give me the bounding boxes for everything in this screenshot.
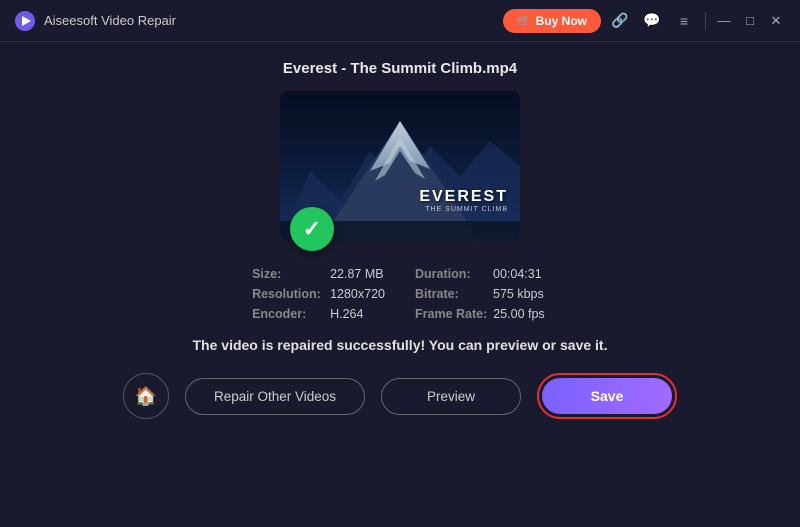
encoder-value: H.264: [330, 307, 363, 321]
info-bitrate: Bitrate: 575 kbps: [415, 287, 548, 301]
everest-overlay: EVEREST THE SUMMIT CLIMB: [419, 188, 508, 213]
framerate-value: 25.00 fps: [493, 307, 544, 321]
chat-icon[interactable]: 💬: [639, 8, 665, 34]
encoder-label: Encoder:: [252, 307, 324, 321]
buttons-row: 🏠 Repair Other Videos Preview Save: [123, 373, 677, 419]
app-logo-icon: [14, 10, 36, 32]
buy-now-button[interactable]: Buy Now: [503, 9, 601, 33]
duration-label: Duration:: [415, 267, 487, 281]
size-value: 22.87 MB: [330, 267, 384, 281]
info-size: Size: 22.87 MB: [252, 267, 385, 281]
duration-value: 00:04:31: [493, 267, 542, 281]
repair-other-videos-button[interactable]: Repair Other Videos: [185, 378, 365, 415]
success-message: The video is repaired successfully! You …: [193, 337, 608, 353]
save-button-wrapper: Save: [537, 373, 677, 419]
everest-title: EVEREST: [419, 188, 508, 206]
title-bar-left: Aiseesoft Video Repair: [14, 10, 176, 32]
close-button[interactable]: ✕: [766, 11, 786, 31]
bitrate-label: Bitrate:: [415, 287, 487, 301]
app-title: Aiseesoft Video Repair: [44, 13, 176, 28]
preview-button[interactable]: Preview: [381, 378, 521, 415]
bitrate-value: 575 kbps: [493, 287, 544, 301]
minimize-button[interactable]: —: [714, 11, 734, 31]
info-resolution: Resolution: 1280x720: [252, 287, 385, 301]
main-content: Everest - The Summit Climb.mp4: [0, 42, 800, 527]
title-divider: [705, 12, 706, 30]
home-icon: 🏠: [135, 386, 157, 407]
video-title: Everest - The Summit Climb.mp4: [283, 60, 517, 77]
title-bar-right: Buy Now 🔗 💬 ≡ — □ ✕: [503, 8, 786, 34]
success-check-badge: ✓: [290, 207, 334, 251]
maximize-button[interactable]: □: [740, 11, 760, 31]
video-thumbnail-container: EVEREST THE SUMMIT CLIMB ✓: [280, 91, 520, 241]
link-icon[interactable]: 🔗: [607, 8, 633, 34]
save-button[interactable]: Save: [542, 378, 672, 414]
resolution-label: Resolution:: [252, 287, 324, 301]
resolution-value: 1280x720: [330, 287, 385, 301]
title-bar: Aiseesoft Video Repair Buy Now 🔗 💬 ≡ — □…: [0, 0, 800, 42]
video-info-grid: Size: 22.87 MB Duration: 00:04:31 Resolu…: [252, 267, 548, 321]
info-duration: Duration: 00:04:31: [415, 267, 548, 281]
info-encoder: Encoder: H.264: [252, 307, 385, 321]
everest-subtitle: THE SUMMIT CLIMB: [419, 206, 508, 213]
framerate-label: Frame Rate:: [415, 307, 487, 321]
info-framerate: Frame Rate: 25.00 fps: [415, 307, 548, 321]
size-label: Size:: [252, 267, 324, 281]
menu-icon[interactable]: ≡: [671, 8, 697, 34]
home-button[interactable]: 🏠: [123, 373, 169, 419]
